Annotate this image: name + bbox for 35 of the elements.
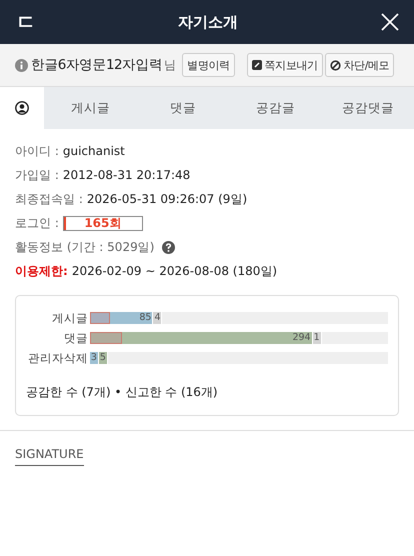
bar-label: 댓글 [63, 330, 89, 346]
send-message-button[interactable]: 쪽지보내기 [246, 53, 323, 77]
signature-tab[interactable]: SIGNATURE [15, 447, 84, 466]
summary-text: 공감한 수 (7개) • 신고한 수 (16개) [26, 384, 219, 401]
bar-label: 관리자삭제 [27, 350, 89, 366]
restriction-period: 2026-02-09 ~ 2026-08-08 (180일) [72, 262, 278, 280]
block-icon [330, 60, 341, 70]
bar-fill: 3 [90, 352, 99, 364]
pencil-icon [252, 60, 262, 70]
help-icon [162, 240, 176, 254]
restriction-label: 이용제한: [15, 262, 68, 280]
bar-fill: 85 [90, 312, 154, 324]
honorific: 님 [164, 56, 176, 74]
profile-tab[interactable] [0, 87, 44, 129]
field-label: 최종접속일 : [15, 190, 83, 208]
login-count: 165회 [84, 214, 122, 232]
field-value: 2012-08-31 20:17:48 [62, 168, 190, 182]
close-button[interactable] [380, 12, 400, 32]
back-button[interactable]: ㄷ [16, 8, 36, 36]
field-label: 아이디 : [15, 142, 59, 160]
bar-label: 게시글 [51, 310, 89, 326]
user-icon [15, 101, 29, 115]
bar-fill: 294 [90, 332, 313, 344]
window-title: 자기소개 [178, 12, 238, 32]
field-label: 로그인 : [15, 214, 59, 232]
info-icon [15, 58, 28, 72]
field-value: guichanist [62, 144, 125, 158]
close-icon [380, 12, 400, 32]
block-memo-button[interactable]: 차단/메모 [324, 53, 394, 77]
field-value: 2026-05-31 09:26:07 (9일) [86, 190, 248, 208]
field-label: 가입일 : [15, 166, 59, 184]
activity-info-label: 활동정보 (기간 : 5029일) [15, 238, 154, 256]
nickname: 한글6자영문12자입력 [31, 56, 162, 74]
nickname-history-button[interactable]: 별명이력 [182, 53, 235, 77]
bar-segment: 4 [153, 312, 162, 324]
